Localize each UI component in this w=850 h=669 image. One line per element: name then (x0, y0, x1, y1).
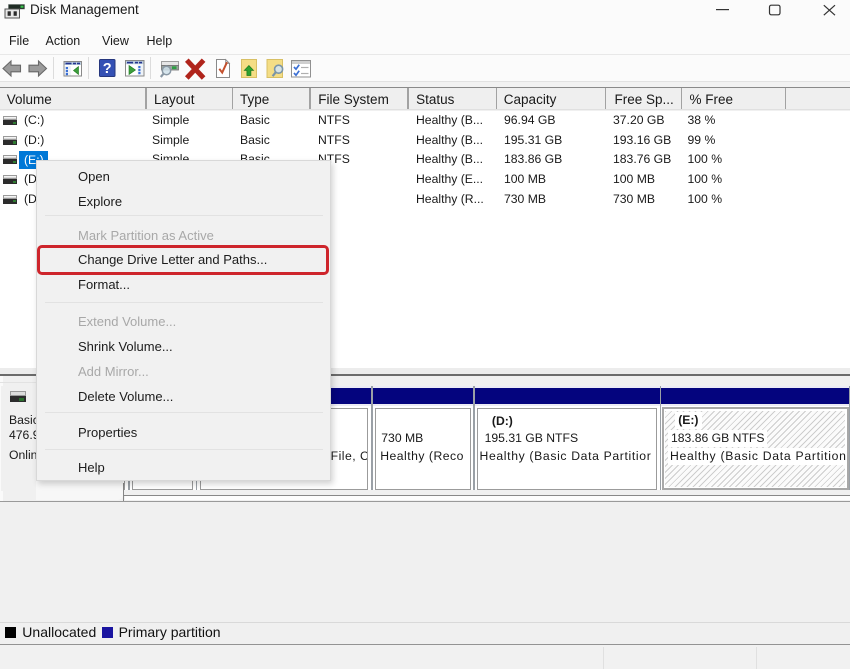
svg-text:?: ? (103, 60, 112, 76)
